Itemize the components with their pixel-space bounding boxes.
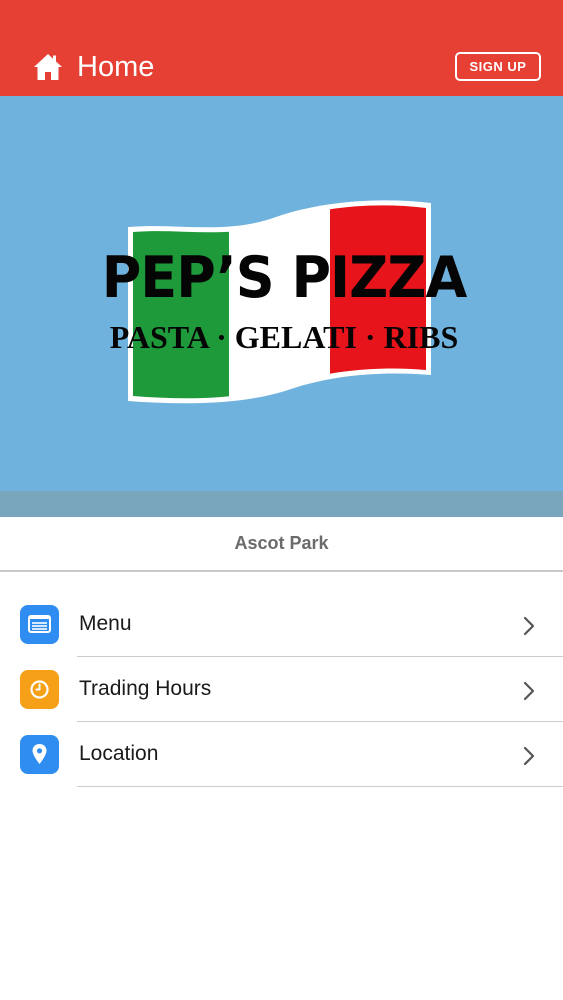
divider <box>77 786 563 787</box>
app-header: Home SIGN UP <box>0 0 563 96</box>
list-item-menu[interactable]: Menu <box>0 592 563 657</box>
hero-bottom-strip <box>0 491 563 517</box>
sign-up-button[interactable]: SIGN UP <box>455 52 541 81</box>
store-location-name: Ascot Park <box>0 517 563 572</box>
home-menu-list: Menu Trading Hours Location <box>0 592 563 787</box>
logo-title: PEP’S PIZZA <box>101 244 468 311</box>
page-title: Home <box>77 51 155 83</box>
list-item-trading-hours[interactable]: Trading Hours <box>0 657 563 722</box>
clock-icon <box>20 670 59 709</box>
menu-list-icon <box>20 605 59 644</box>
list-item-label: Menu <box>79 612 132 635</box>
home-icon[interactable] <box>33 53 63 81</box>
chevron-right-icon <box>523 746 535 766</box>
list-item-label: Trading Hours <box>79 677 212 700</box>
list-item-location[interactable]: Location <box>0 722 563 787</box>
chevron-right-icon <box>523 616 535 636</box>
logo-subtitle: PASTA · GELATI · RIBS <box>109 319 459 355</box>
chevron-right-icon <box>523 681 535 701</box>
map-pin-icon <box>20 735 59 774</box>
list-item-label: Location <box>79 742 159 765</box>
